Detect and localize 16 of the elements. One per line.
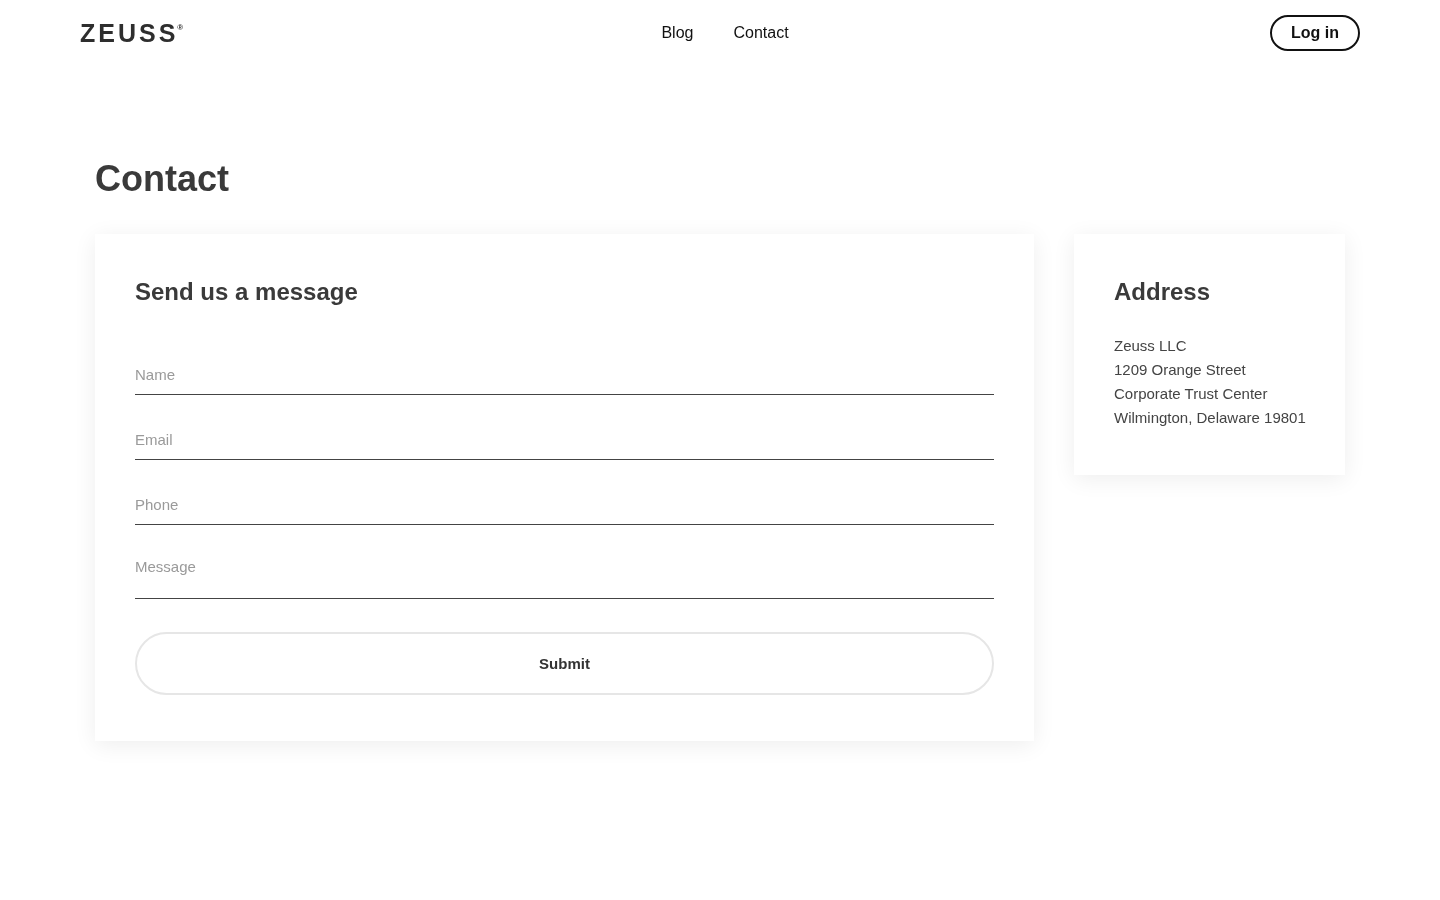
address-line: Wilmington, Delaware 19801	[1114, 408, 1307, 428]
address-line: Zeuss LLC	[1114, 336, 1188, 356]
address-line: 1209 Orange Street	[1114, 360, 1247, 380]
form-title: Send us a message	[135, 277, 359, 307]
login-button[interactable]: Log in	[1270, 14, 1360, 51]
page-title: Contact	[95, 157, 230, 201]
message-field[interactable]: Message	[135, 550, 994, 599]
logo[interactable]: ZEUSS$^{®}$	[80, 19, 184, 46]
nav-link[interactable]: Blog	[661, 23, 694, 42]
text-field[interactable]: Name	[135, 355, 994, 395]
text-field[interactable]: Email	[135, 420, 994, 460]
address-line: Corporate Trust Center	[1114, 384, 1269, 404]
address-title: Address	[1114, 277, 1212, 307]
text-field[interactable]: Phone	[135, 485, 994, 525]
submit-button[interactable]: Submit	[135, 632, 994, 695]
nav-link[interactable]: Contact	[733, 23, 789, 42]
